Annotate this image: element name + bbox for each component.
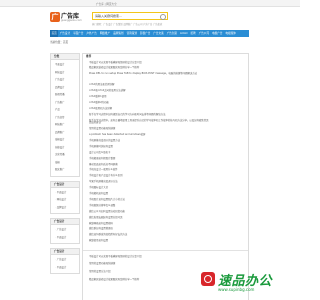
sidebar-category-box: 分类 平面设计 网站设计 广告设计 品牌设计 影视传播 广告推广 产品 广告宣传… [50, 53, 80, 177]
sidebar-box: 广告设计 广告设计 平面设计 [50, 218, 80, 244]
sidebar-item[interactable]: 平面设计 [51, 61, 79, 69]
sidebar-item[interactable]: 海报设计 [51, 136, 79, 144]
search-input[interactable] [93, 13, 165, 19]
main-content: 推荐 平板设计可以实现平板横屏和竖屏的设计方案介绍 精品家居装修设计效果图实际案… [82, 53, 249, 300]
sidebar-item[interactable]: 产品 [51, 106, 79, 114]
nav-item[interactable]: 广告文案 [152, 30, 165, 37]
logo-mark-icon: 广 [50, 12, 60, 22]
sidebar-item[interactable]: 品牌设计 [51, 204, 79, 212]
main-navbar: 首页 广告设计 平面广告 户外广告 网络推广 品牌策划 营销策划 影视广告 广告文案 广告创意 LO… [50, 30, 249, 37]
nav-item[interactable]: 招聘 [189, 30, 197, 37]
nav-item[interactable]: 网络推广 [98, 30, 111, 37]
top-bar-nav[interactable]: 广告库 | 网页大全 [96, 2, 117, 6]
search-box[interactable] [92, 12, 168, 20]
watermark-logo-icon [201, 272, 215, 286]
nav-item[interactable]: 影视广告 [138, 30, 151, 37]
sidebar-item[interactable]: 海报 [51, 159, 79, 167]
sidebar-item[interactable]: 品牌设计 [51, 84, 79, 92]
breadcrumb[interactable]: 当前位置：首页 [50, 40, 68, 44]
nav-item[interactable]: 户外广告 [85, 30, 98, 37]
list-item[interactable]: 新手在学习过程中，如何正确地使用工具来提升自己的学习效率和工作效率的技巧和方法分… [89, 118, 209, 127]
watermark: 速品办公 www.supinbg.com [201, 270, 297, 298]
sidebar-item[interactable]: 网站推广 [51, 121, 79, 129]
sidebar-item[interactable]: 网站设计 [51, 69, 79, 77]
sidebar-box: 广告设计 平面设计 网站设计 品牌设计 [50, 180, 80, 214]
sidebar-item[interactable]: 图文推广 [51, 166, 79, 174]
sidebar-item[interactable]: 广告设计 [51, 76, 79, 84]
sidebar-box: 广告设计 广告设计 平面设计 [50, 248, 80, 274]
logo-subtitle: guanggaoku.com [61, 19, 82, 22]
article-list: 平板设计可以实现平板横屏和竖屏的设计方案介绍 精品家居装修设计效果图实际案例分享… [83, 60, 248, 284]
sidebar-item[interactable]: 平面设计 [51, 264, 79, 272]
nav-item[interactable]: 电视媒体 [224, 30, 237, 37]
sidebar-item[interactable]: 平面设计 [51, 189, 79, 197]
related-item[interactable]: 平板设计可以实现平板横屏和竖屏的设计方案介绍 [89, 254, 248, 262]
divider [83, 249, 248, 251]
nav-item[interactable]: LOGO [179, 30, 189, 37]
nav-item[interactable]: 广告创意 [165, 30, 178, 37]
list-item[interactable]: 家庭宽带如何设置 [89, 239, 248, 245]
nav-item[interactable]: 广告公司 [197, 30, 210, 37]
search-icon[interactable] [160, 14, 166, 20]
site-logo[interactable]: 广 广告库 guanggaoku.com [50, 11, 82, 28]
nav-item[interactable]: 平面广告 [72, 30, 85, 37]
sidebar-item[interactable]: 创意设计 [51, 144, 79, 152]
sidebar-item[interactable]: 广告推广 [51, 99, 79, 107]
sidebar-item[interactable]: 网站设计 [51, 196, 79, 204]
top-bar: 广告库 | 网页大全 [0, 0, 300, 7]
nav-item[interactable]: 电视广告 [211, 30, 224, 37]
nav-item[interactable]: 营销策划 [125, 30, 138, 37]
sidebar-item[interactable]: 广告宣传 [51, 114, 79, 122]
sidebar-item[interactable]: 平面设计 [51, 234, 79, 242]
sidebar-item[interactable]: 文化传播 [51, 151, 79, 159]
nav-item[interactable]: 首页 [50, 30, 59, 37]
nav-item[interactable]: 广告设计 [58, 30, 71, 37]
sidebar-item[interactable]: 影视传播 [51, 91, 79, 99]
related-item[interactable]: 常用的设置功能和快捷键 [89, 261, 248, 269]
sidebar-item[interactable]: 广告设计 [51, 256, 79, 264]
sidebar-item[interactable]: 品牌推广 [51, 129, 79, 137]
hot-search-links[interactable]: 热门搜索：广告设计 广告策划 品牌推广 广告公司 户外广告 广告投放 [92, 22, 162, 26]
sidebar-item[interactable]: 广告设计 [51, 226, 79, 234]
sidebar: 分类 平面设计 网站设计 广告设计 品牌设计 影视传播 广告推广 产品 广告宣传… [50, 53, 80, 278]
watermark-url: www.supinbg.com [218, 287, 255, 292]
nav-item[interactable]: 品牌策划 [112, 30, 125, 37]
